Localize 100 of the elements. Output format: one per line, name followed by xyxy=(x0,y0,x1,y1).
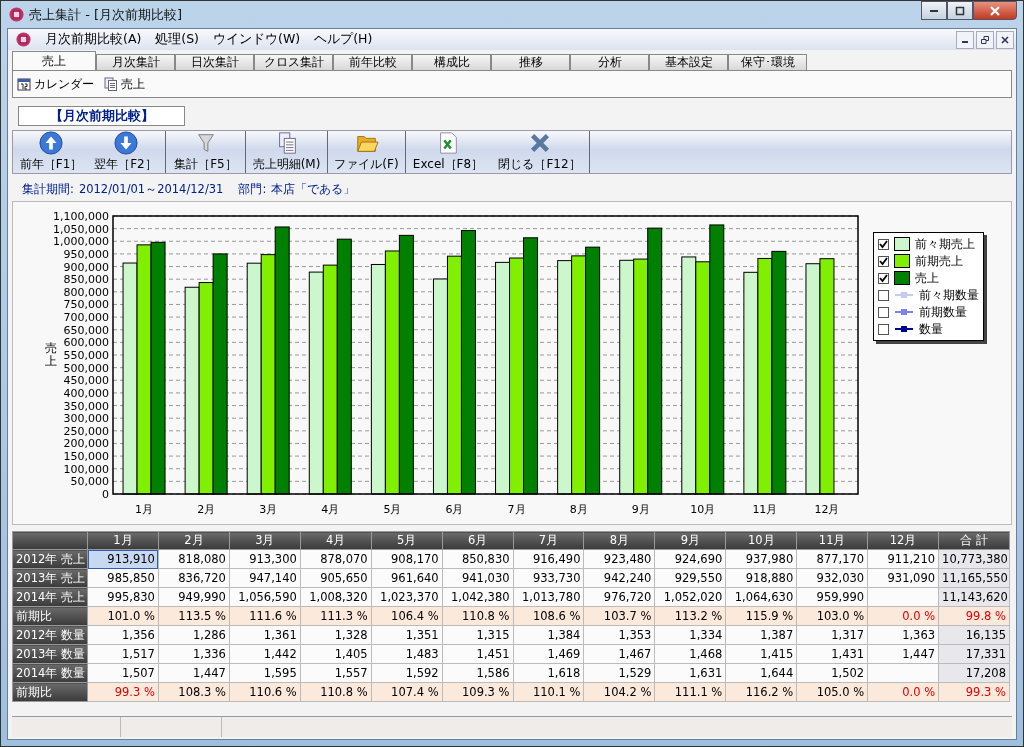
axis-tick-label: 600,000 xyxy=(63,336,109,350)
axis-tick-label: 500,000 xyxy=(63,361,109,375)
legend-label: 数量 xyxy=(919,321,943,337)
minimize-button[interactable] xyxy=(921,1,947,20)
column-header: 4月 xyxy=(300,531,372,550)
axis-tick-label: 9月 xyxy=(631,503,650,516)
column-header: 7月 xyxy=(513,531,584,550)
axis-tick-label: 50,000 xyxy=(70,475,109,489)
column-header: 1月 xyxy=(87,531,159,550)
axis-title: 売上 xyxy=(45,342,57,369)
toolbar-button[interactable]: 集計［F5］ xyxy=(166,131,246,173)
column-header: 3月 xyxy=(229,531,301,550)
maximize-icon xyxy=(955,5,965,16)
close-icon xyxy=(989,5,1001,16)
axis-tick-label: 4月 xyxy=(321,503,340,516)
calendar-icon xyxy=(17,77,31,91)
restore-icon xyxy=(981,35,989,44)
tab[interactable]: 保守･環境 xyxy=(728,54,807,70)
axis-tick-label: 200,000 xyxy=(63,437,109,451)
column-header: 11月 xyxy=(796,531,868,550)
axis-tick-label: 1,100,000 xyxy=(53,210,109,223)
toolbar-button[interactable]: 閉じる［F12］ xyxy=(490,131,590,173)
department-label: 部門: xyxy=(238,182,267,197)
checkbox[interactable] xyxy=(878,238,889,250)
column-header: 8月 xyxy=(583,531,655,550)
toolbar-button[interactable]: ファイル(F) xyxy=(328,131,406,173)
axis-tick-label: 12月 xyxy=(814,503,840,516)
department-value: 本店「である」 xyxy=(271,182,356,197)
menu-item[interactable]: 月次前期比較(A) xyxy=(45,31,142,48)
axis-tick-label: 300,000 xyxy=(63,412,109,426)
axis-tick-label: 450,000 xyxy=(63,374,109,388)
column-header: 5月 xyxy=(371,531,443,550)
column-header: 合 計 xyxy=(938,531,1010,550)
axis-tick-label: 6月 xyxy=(445,503,464,516)
sub-menu-item[interactable]: 売上 xyxy=(104,75,145,93)
tab[interactable]: 推移 xyxy=(491,54,570,70)
toolbar-button[interactable]: Excel［F8］ xyxy=(406,131,490,173)
axis-tick-label: 350,000 xyxy=(63,399,109,413)
tab[interactable]: クロス集計 xyxy=(254,54,333,70)
menu-item[interactable]: ヘルプ(H) xyxy=(314,31,373,48)
period-value: 2012/01/01～2014/12/31 xyxy=(78,182,224,197)
menu-item[interactable]: 処理(S) xyxy=(155,31,199,48)
tab[interactable]: 前年比較 xyxy=(333,54,412,70)
toolbar-button[interactable]: 翌年［F2］ xyxy=(86,131,166,173)
close-button[interactable] xyxy=(973,1,1017,20)
axis-tick-label: 1,000,000 xyxy=(53,235,109,249)
toolbar-button[interactable]: 前年［F1］ xyxy=(16,131,86,173)
close-button[interactable] xyxy=(996,30,1014,49)
column-header: 9月 xyxy=(654,531,726,550)
axis-tick-label: 11月 xyxy=(752,503,778,516)
axis-tick-label: 900,000 xyxy=(63,260,109,274)
axis-tick-label: 800,000 xyxy=(63,285,109,299)
app-icon xyxy=(9,7,24,22)
axis-tick-label: 700,000 xyxy=(63,311,109,325)
legend-label: 前期売上 xyxy=(915,253,963,269)
tab[interactable]: 基本設定 xyxy=(649,54,728,70)
window-title: 売上集計 - [月次前期比較] xyxy=(29,5,183,24)
checkbox[interactable] xyxy=(878,306,889,318)
column-header: 10月 xyxy=(725,531,797,550)
axis-tick-label: 2月 xyxy=(197,503,216,516)
axis-tick-label: 150,000 xyxy=(63,450,109,464)
minimize-button[interactable] xyxy=(956,30,974,49)
toolbar-button[interactable]: 売上明細(M) xyxy=(246,131,328,173)
tab[interactable]: 日次集計 xyxy=(175,54,254,70)
sub-menu-item[interactable]: カレンダー xyxy=(17,75,94,93)
checkbox[interactable] xyxy=(878,272,889,284)
axis-tick-label: 3月 xyxy=(259,503,278,516)
column-header: 6月 xyxy=(442,531,514,550)
axis-tick-label: 5月 xyxy=(383,503,402,516)
column-header: 2月 xyxy=(158,531,230,550)
legend-label: 前々期数量 xyxy=(919,287,979,303)
legend-label: 前期数量 xyxy=(919,304,967,320)
axis-tick-label: 1月 xyxy=(135,503,154,516)
axis-tick-label: 250,000 xyxy=(63,424,109,438)
axis-tick-label: 950,000 xyxy=(63,247,109,261)
minimize-icon xyxy=(930,9,938,12)
axis-tick-label: 0 xyxy=(102,488,109,501)
close-icon xyxy=(1001,35,1009,44)
tab[interactable]: 構成比 xyxy=(412,54,491,70)
tab[interactable]: 売上 xyxy=(12,51,96,70)
axis-tick-label: 8月 xyxy=(569,503,588,516)
tab[interactable]: 月次集計 xyxy=(96,54,175,70)
checkbox[interactable] xyxy=(878,323,889,335)
axis-tick-label: 1,050,000 xyxy=(53,222,109,236)
axis-tick-label: 850,000 xyxy=(63,273,109,287)
screen-heading: 【月次前期比較】 xyxy=(18,106,185,126)
column-header: 12月 xyxy=(867,531,939,550)
maximize-button[interactable] xyxy=(947,1,973,20)
axis-tick-label: 100,000 xyxy=(63,462,109,476)
tab[interactable]: 分析 xyxy=(570,54,649,70)
menu-item[interactable]: ウインドウ(W) xyxy=(213,31,301,48)
axis-tick-label: 550,000 xyxy=(63,349,109,362)
legend-label: 前々期売上 xyxy=(915,236,975,252)
restore-button[interactable] xyxy=(976,30,994,49)
checkbox[interactable] xyxy=(878,289,889,301)
axis-tick-label: 10月 xyxy=(690,503,716,516)
checkbox[interactable] xyxy=(878,255,889,267)
axis-tick-label: 7月 xyxy=(507,503,526,516)
axis-tick-label: 400,000 xyxy=(63,386,109,400)
period-label: 集計期間: xyxy=(22,182,74,197)
